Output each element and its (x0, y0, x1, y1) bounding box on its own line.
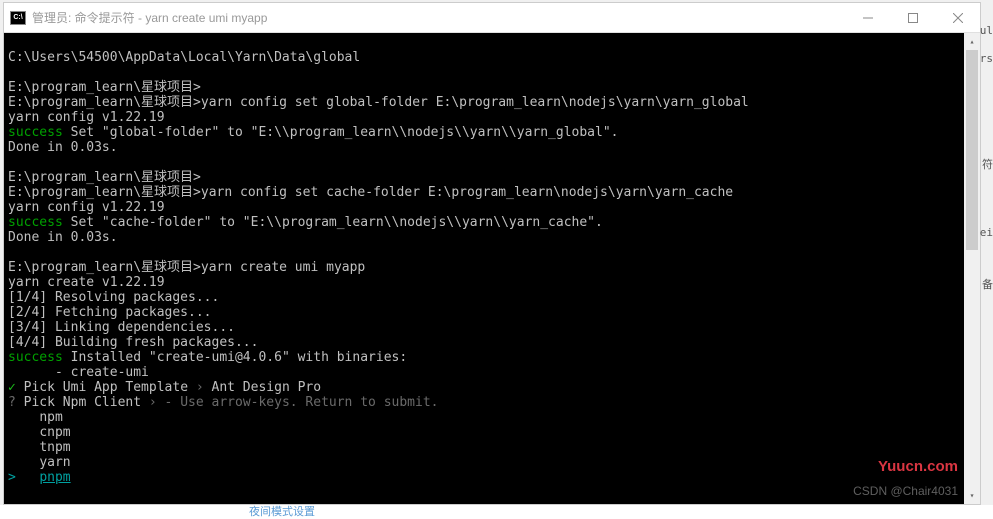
success-label: success (8, 350, 63, 365)
output-line: - create-umi (8, 365, 149, 380)
success-label: success (8, 215, 63, 230)
npm-option-selected[interactable]: pnpm (39, 470, 70, 485)
check-icon: ✓ (8, 380, 16, 395)
output-line: Done in 0.03s. (8, 140, 118, 155)
prompt: E:\program_learn\星球项目> (8, 80, 201, 95)
background-edge: ul rs 符 ei 备 (981, 0, 993, 519)
scroll-down-icon[interactable]: ▾ (964, 487, 980, 504)
cmd-icon: C:\ (10, 11, 26, 25)
scrollbar-thumb[interactable] (966, 50, 978, 250)
command-text: yarn create umi myapp (201, 260, 365, 275)
output-line: Done in 0.03s. (8, 230, 118, 245)
output-line: yarn config v1.22.19 (8, 200, 165, 215)
output-line: yarn create v1.22.19 (8, 275, 165, 290)
command-text: yarn config set global-folder E:\program… (201, 95, 749, 110)
npm-option[interactable]: npm (39, 410, 62, 425)
question-label: Pick Umi App Template (16, 380, 188, 395)
npm-option[interactable]: cnpm (39, 425, 70, 440)
command-text: yarn config set cache-folder E:\program_… (201, 185, 733, 200)
hint-text: - Use arrow-keys. Return to submit. (165, 395, 439, 410)
watermark-yuucn: Yuucn.com (878, 459, 958, 474)
npm-option[interactable]: yarn (39, 455, 70, 470)
step-line: [1/4] Resolving packages... (8, 290, 219, 305)
npm-option[interactable]: tnpm (39, 440, 70, 455)
answer-text: Ant Design Pro (212, 380, 322, 395)
success-label: success (8, 125, 63, 140)
maximize-button[interactable] (890, 3, 935, 32)
scroll-up-icon[interactable]: ▴ (964, 33, 980, 50)
prompt: E:\program_learn\星球项目> (8, 95, 201, 110)
step-line: [3/4] Linking dependencies... (8, 320, 235, 335)
close-button[interactable] (935, 3, 980, 32)
cmd-window: C:\ 管理员: 命令提示符 - yarn create umi myapp C… (3, 2, 981, 505)
separator: › (141, 395, 164, 410)
prompt: E:\program_learn\星球项目> (8, 170, 201, 185)
watermark-csdn: CSDN @Chair4031 (853, 484, 958, 499)
footer-strip: 夜间模式设置 (0, 505, 993, 519)
output-line: Set "cache-folder" to "E:\\program_learn… (63, 215, 603, 230)
titlebar[interactable]: C:\ 管理员: 命令提示符 - yarn create umi myapp (4, 3, 980, 33)
question-label: Pick Npm Client (16, 395, 141, 410)
step-line: [4/4] Building fresh packages... (8, 335, 258, 350)
prompt: E:\program_learn\星球项目> (8, 185, 201, 200)
pointer-icon: > (8, 470, 16, 485)
output-line: Set "global-folder" to "E:\\program_lear… (63, 125, 619, 140)
question-mark-icon: ? (8, 395, 16, 410)
window-title: 管理员: 命令提示符 - yarn create umi myapp (32, 9, 845, 26)
terminal-output[interactable]: C:\Users\54500\AppData\Local\Yarn\Data\g… (4, 33, 980, 504)
prompt: E:\program_learn\星球项目> (8, 260, 201, 275)
output-line: yarn config v1.22.19 (8, 110, 165, 125)
step-line: [2/4] Fetching packages... (8, 305, 212, 320)
footer-link[interactable]: 夜间模式设置 (249, 503, 315, 519)
window-controls (845, 3, 980, 32)
output-line: Installed "create-umi@4.0.6" with binari… (63, 350, 407, 365)
path-line: C:\Users\54500\AppData\Local\Yarn\Data\g… (8, 50, 360, 65)
minimize-button[interactable] (845, 3, 890, 32)
scrollbar[interactable]: ▴ ▾ (964, 33, 980, 504)
separator: › (188, 380, 211, 395)
